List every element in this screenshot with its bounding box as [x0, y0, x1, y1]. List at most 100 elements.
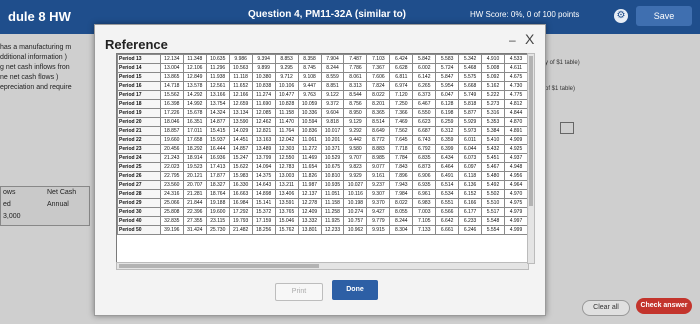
table-cell: 11.296	[205, 63, 230, 73]
table-cell: 7.250	[389, 99, 414, 109]
scrollbar-thumb[interactable]	[529, 56, 533, 206]
table-cell: 11.826	[297, 171, 322, 181]
table-cell: 9.307	[366, 189, 391, 199]
period-label: Period 18	[117, 99, 161, 109]
table-row: Period 23 20.456 18.292 16.444 14.857 13.489 1…	[117, 144, 528, 154]
table-cell: 13.166	[205, 90, 230, 100]
table-cell: 39.196	[159, 225, 184, 235]
table-cell: 5.353	[481, 117, 505, 127]
table-cell: 7.105	[412, 216, 437, 226]
table-cell: 19.523	[182, 162, 207, 172]
table-cell: 13.211	[274, 180, 299, 190]
table-cell: 5.973	[458, 126, 483, 136]
table-cell: 10.675	[320, 162, 345, 172]
save-button[interactable]: Save	[636, 6, 692, 26]
table-row: Period 28 24.316 21.281 18.764 16.663 14.898 1…	[117, 189, 528, 199]
table-cell: 4.533	[503, 54, 528, 64]
table-cell: 6.044	[458, 144, 483, 154]
table-cell: 16.351	[182, 117, 207, 127]
table-cell: 17.658	[182, 135, 207, 145]
table-cell: 6.246	[458, 225, 483, 235]
table-cell: 12.166	[228, 90, 253, 100]
table-cell: 8.055	[389, 207, 414, 217]
table-cell: 16.663	[228, 189, 253, 199]
table-cell: 8.365	[366, 108, 391, 118]
clear-all-button: Clear all	[582, 300, 630, 316]
table-cell: ed	[3, 201, 11, 208]
table-cell: 10.116	[343, 189, 368, 199]
table-row: Period 40 32.835 27.355 23.115 19.793 17.159 1…	[117, 216, 528, 226]
table-cell: 9.394	[251, 54, 276, 64]
table-cell: 10.828	[274, 99, 299, 109]
table-row: Period 17 15.562 14.292 13.166 12.166 11.274 1…	[117, 90, 528, 100]
table-row: Period 50 39.196 31.424 25.730 21.482 18.256 1…	[117, 225, 528, 235]
period-label: Period 29	[117, 198, 161, 208]
table-cell: 7.896	[389, 171, 414, 181]
table-cell: 4.730	[503, 81, 528, 91]
table-cell: 9.707	[343, 153, 368, 163]
table-cell: 5.724	[435, 63, 460, 73]
table-cell: 8.756	[343, 99, 368, 109]
table-cell: 12.106	[182, 63, 207, 73]
background-text-line: has a manufacturing m	[0, 44, 72, 51]
table-cell: 16.330	[228, 180, 253, 190]
table-cell: 9.122	[320, 90, 345, 100]
minimize-button[interactable]: –	[509, 33, 516, 47]
period-label: Period 23	[117, 144, 161, 154]
background-right-note: of $1 table)	[545, 86, 576, 92]
close-button[interactable]: X	[525, 31, 534, 47]
done-button[interactable]: Done	[332, 280, 378, 300]
table-cell: 6.177	[458, 207, 483, 217]
table-cell: 13.003	[274, 171, 299, 181]
table-cell: 17.011	[182, 126, 207, 136]
table-cell: 9.986	[228, 54, 253, 64]
table-cell: 9.712	[274, 72, 299, 82]
table-cell: 9.295	[274, 63, 299, 73]
table-cell: 6.142	[412, 72, 437, 82]
table-cell: 21.482	[228, 225, 253, 235]
table-cell: 13.332	[297, 216, 322, 226]
scrollbar-thumb[interactable]	[119, 264, 319, 268]
table-cell: 15.762	[274, 225, 299, 235]
table-cell: 10.106	[274, 81, 299, 91]
table-cell: 14.292	[182, 90, 207, 100]
table-cell: 5.877	[458, 108, 483, 118]
table-cell: 11.652	[228, 81, 253, 91]
table-cell: 6.628	[389, 63, 414, 73]
table-cell: 9.427	[366, 207, 391, 217]
table-cell: 15.562	[159, 90, 184, 100]
table-cell: 6.128	[435, 99, 460, 109]
period-label: Period 40	[117, 216, 161, 226]
table-cell: 7.487	[343, 54, 368, 64]
table-cell: 10.635	[205, 54, 230, 64]
table-cell: 8.883	[366, 144, 391, 154]
print-button[interactable]: Print	[275, 283, 323, 301]
table-cell: 6.961	[412, 189, 437, 199]
table-cell: 4.975	[503, 198, 528, 208]
table-cell: 8.772	[366, 135, 391, 145]
table-cell: 9.129	[343, 117, 368, 127]
table-cell: 12.550	[274, 153, 299, 163]
table-cell: 6.550	[412, 108, 437, 118]
table-cell: 13.004	[159, 63, 184, 73]
vertical-scrollbar[interactable]	[527, 53, 535, 264]
table-cell: 11.654	[297, 162, 322, 172]
table-cell: 12.137	[297, 189, 322, 199]
table-cell: 7.606	[366, 72, 391, 82]
horizontal-scrollbar[interactable]	[116, 262, 529, 270]
table-cell: 11.764	[274, 126, 299, 136]
table-cell: 6.373	[412, 90, 437, 100]
table-cell: 8.745	[297, 63, 322, 73]
table-cell: 8.022	[366, 90, 391, 100]
table-cell: 4.611	[503, 63, 528, 73]
table-cell: 6.514	[435, 180, 460, 190]
table-cell: 12.849	[182, 72, 207, 82]
table-cell: 5.316	[481, 108, 505, 118]
table-cell: 9.823	[343, 162, 368, 172]
annuity-table-container[interactable]: Period 13 12.134 11.348 10.635 9.986 9.394 8.8…	[116, 53, 529, 264]
table-row: Period 27 23.560 20.707 18.327 16.330 14.643 1…	[117, 180, 528, 190]
table-cell: 4.948	[503, 162, 528, 172]
gear-icon[interactable]: ⚙	[614, 9, 628, 23]
table-cell: 11.938	[205, 72, 230, 82]
table-cell: 6.434	[435, 153, 460, 163]
